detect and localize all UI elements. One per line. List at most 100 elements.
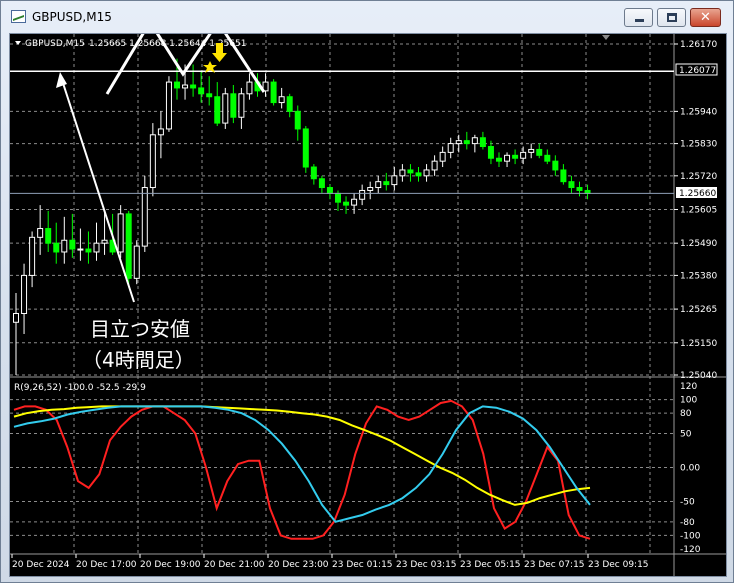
indicator-tick-label: -80 xyxy=(680,518,695,528)
close-button[interactable]: ✕ xyxy=(690,8,721,27)
price-chart-svg[interactable]: 1.26170 1.25940 1.25830 1.25720 1.25605 1.254… xyxy=(10,34,726,576)
price-tick-label: 1.25605 xyxy=(680,206,717,216)
price-tick-label: 1.25380 xyxy=(680,271,717,281)
candle-body xyxy=(383,181,390,186)
candle-body xyxy=(343,201,350,206)
time-tick-label: 20 Dec 19:00 xyxy=(140,560,201,570)
candle-body xyxy=(496,157,502,162)
candle-body xyxy=(455,140,462,145)
candle-body xyxy=(528,148,535,153)
chart-menu-arrow-icon[interactable] xyxy=(15,41,21,45)
candle-body xyxy=(407,169,414,174)
candle-body xyxy=(45,228,52,244)
time-tick-label: 20 Dec 21:00 xyxy=(204,560,265,570)
indicator-axis: 120 100 80 50 0.00 -50 -80 -100 -120 xyxy=(680,382,701,555)
candle-body xyxy=(29,236,36,276)
time-tick-label: 20 Dec 17:00 xyxy=(76,560,137,570)
indicator-tick-label: -100 xyxy=(680,531,701,541)
candle-body xyxy=(77,248,84,251)
candle-body xyxy=(544,154,551,162)
shift-marker-icon[interactable] xyxy=(602,35,610,40)
candle-body xyxy=(133,245,140,279)
indicator-tick-label: 50 xyxy=(680,430,692,440)
candle-body xyxy=(294,110,301,130)
maximize-button[interactable] xyxy=(657,8,686,27)
candle-body xyxy=(487,146,494,159)
annotation-label-line2: （4時間足） xyxy=(82,348,195,372)
candle-body xyxy=(157,128,164,136)
time-tick-label: 23 Dec 03:15 xyxy=(396,560,457,570)
annotation-label-line1: 目立つ安値 xyxy=(90,317,190,341)
candle-body xyxy=(302,128,309,168)
candle-body xyxy=(415,172,422,177)
candle-body xyxy=(214,96,221,124)
candle-body xyxy=(318,178,325,189)
candle-body xyxy=(230,93,237,118)
candle-body xyxy=(326,187,333,194)
candle-body xyxy=(375,181,382,189)
candle-body xyxy=(560,169,567,183)
indicator-tick-label: 100 xyxy=(680,396,697,406)
candle-body xyxy=(206,93,213,98)
time-tick-label: 23 Dec 05:15 xyxy=(460,560,521,570)
minimize-icon xyxy=(635,19,644,22)
candle-body xyxy=(431,160,438,171)
annotation-arrow-shaft[interactable] xyxy=(61,79,135,303)
chart-area[interactable]: 1.26170 1.25940 1.25830 1.25720 1.25605 1.254… xyxy=(9,33,727,577)
indicator-tick-label: 80 xyxy=(680,409,692,419)
candle-body xyxy=(568,181,575,189)
indicator-line-cyan xyxy=(13,405,591,523)
price-tick-label: 1.25720 xyxy=(680,172,717,182)
candle-body xyxy=(439,151,446,162)
candle-body xyxy=(310,166,317,180)
price-tick-label: 1.25940 xyxy=(680,107,717,117)
candle-body xyxy=(552,160,559,171)
candle-body xyxy=(471,137,478,145)
annotation-arrow-head-icon xyxy=(56,72,67,88)
indicator-tick-label: 0.00 xyxy=(680,464,700,474)
candle-body xyxy=(423,169,430,177)
candle-body xyxy=(190,84,197,89)
candle-body xyxy=(53,242,60,253)
candle-body xyxy=(504,154,511,162)
candle-body xyxy=(335,192,341,203)
close-icon: ✕ xyxy=(700,10,711,25)
candle-body xyxy=(21,274,28,314)
candle-body xyxy=(270,81,277,104)
candle-body xyxy=(367,187,374,191)
price-tick-label: 1.25150 xyxy=(680,339,717,349)
price-tick-label: 1.25040 xyxy=(680,371,717,381)
candle-body xyxy=(278,96,285,104)
high-line-price-text: 1.26077 xyxy=(679,66,716,76)
minimize-button[interactable] xyxy=(624,8,653,27)
candle-body xyxy=(182,84,189,89)
candle-body xyxy=(463,140,470,145)
indicator-tick-label: -50 xyxy=(680,497,695,507)
time-tick-label: 23 Dec 07:15 xyxy=(524,560,585,570)
price-header-symbol: GBPUSD,M15 xyxy=(25,39,85,49)
time-tick-label: 23 Dec 01:15 xyxy=(332,560,393,570)
title-bar[interactable]: GBPUSD,M15 ✕ xyxy=(1,1,733,33)
candle-body xyxy=(351,198,358,206)
current-price-text: 1.25660 xyxy=(679,189,716,199)
indicator-header: R(9,26,52) -100.0 -52.5 -29.9 xyxy=(14,383,146,393)
chart-window: GBPUSD,M15 ✕ 1.26170 1.25940 1.25830 1.2572… xyxy=(0,0,734,583)
time-axis: 20 Dec 2024 20 Dec 17:00 20 Dec 19:00 20 De… xyxy=(11,554,649,570)
candle-body xyxy=(238,93,245,118)
candle-body xyxy=(174,81,180,89)
candle-body xyxy=(101,239,108,244)
candle-body xyxy=(286,96,293,112)
chart-app-icon xyxy=(11,10,26,23)
indicator-tick-label: -120 xyxy=(680,545,701,555)
candle-body xyxy=(37,228,44,238)
candle-body xyxy=(13,312,19,323)
candle-body xyxy=(149,134,156,189)
maximize-icon xyxy=(667,13,677,22)
indicator-lines xyxy=(13,399,591,540)
candle-body xyxy=(85,248,92,253)
candle-body xyxy=(117,213,124,253)
candle-body xyxy=(391,175,398,186)
candle-body xyxy=(246,81,253,95)
candle-body xyxy=(61,239,68,253)
candle-body xyxy=(222,93,229,124)
